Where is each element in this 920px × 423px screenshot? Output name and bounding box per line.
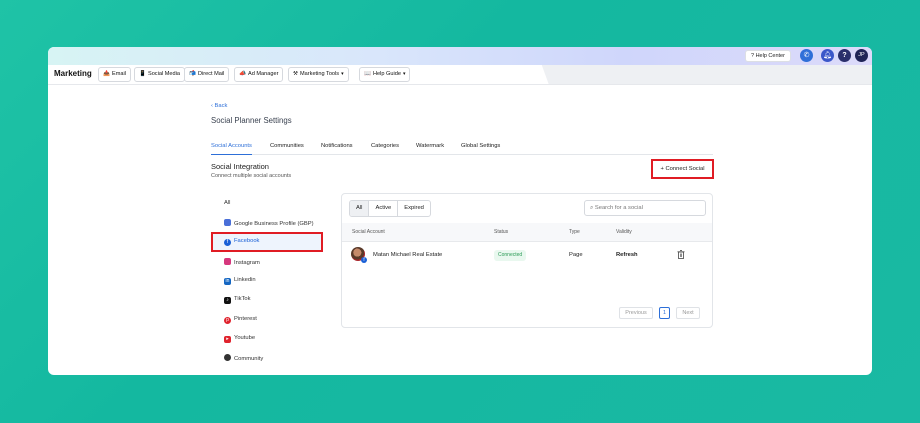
back-link[interactable]: ‹ Back <box>211 103 227 109</box>
page-number-button[interactable]: 1 <box>659 307 670 319</box>
social-media-menu-button[interactable]: 📱 Social Media <box>134 67 185 82</box>
community-icon <box>224 354 231 361</box>
help-center-button[interactable]: ? Help Center <box>745 50 791 62</box>
next-page-button[interactable]: Next <box>676 307 700 319</box>
status-filter-segment: All Active Expired <box>349 200 431 217</box>
social-filter-pinterest-label: Pinterest <box>234 316 257 322</box>
filter-active-button[interactable]: Active <box>369 201 399 216</box>
youtube-icon: ▸ <box>224 336 231 343</box>
tab-watermark[interactable]: Watermark <box>416 143 444 155</box>
tools-icon: ⚒ <box>293 71 299 77</box>
search-input[interactable]: ⌕ Search for a social <box>584 200 706 216</box>
table-row: f Matan Michael Real Estate Connected Pa… <box>342 242 712 270</box>
filter-expired-button[interactable]: Expired <box>398 201 430 216</box>
top-bar: ? Help Center ✆ 🔔︎ ? JP <box>48 47 872 65</box>
bell-icon[interactable]: 🔔︎ <box>821 49 834 62</box>
instagram-icon <box>224 258 231 265</box>
search-placeholder: Search for a social <box>594 205 643 211</box>
social-filter-community[interactable]: Community <box>224 354 263 364</box>
header-type: Type <box>569 229 580 235</box>
page-title: Social Planner Settings <box>211 116 292 125</box>
social-filter-tiktok-label: TikTok <box>234 296 251 302</box>
marketing-tools-menu-button[interactable]: ⚒ Marketing Tools ▾ <box>288 67 349 82</box>
previous-page-button[interactable]: Previous <box>619 307 653 319</box>
table-header: Social Account Status Type Validity <box>342 223 712 242</box>
filter-all-button[interactable]: All <box>350 201 370 216</box>
email-icon: 📤 <box>103 71 110 77</box>
status-badge: Connected <box>494 250 527 261</box>
ad-manager-menu-button[interactable]: 📣 Ad Manager <box>234 67 284 82</box>
ad-manager-menu-label: Ad Manager <box>247 71 279 77</box>
chevron-down-icon: ▾ <box>341 71 344 77</box>
tab-communities[interactable]: Communities <box>270 143 304 155</box>
social-filter-linkedin[interactable]: in Linkedin <box>224 277 256 287</box>
linkedin-icon: in <box>224 278 231 285</box>
account-name: Matan Michael Real Estate <box>373 252 443 258</box>
app-window: ? Help Center ✆ 🔔︎ ? JP Marketing 📤 Email… <box>48 47 872 375</box>
app-title: Marketing <box>54 69 92 78</box>
phone-app-icon: 📱 <box>139 71 146 77</box>
facebook-icon: f <box>224 239 231 246</box>
settings-tabs: Social Accounts Communities Notification… <box>211 143 713 155</box>
social-filter-tiktok[interactable]: ♪ TikTok <box>224 296 251 306</box>
social-filter-linkedin-label: Linkedin <box>234 277 256 283</box>
connect-social-label: Connect Social <box>665 166 705 172</box>
help-guide-menu-button[interactable]: 📖 Help Guide ▾ <box>359 67 411 82</box>
marketing-tools-menu-label: Marketing Tools <box>300 71 340 77</box>
social-filter-facebook-label: Facebook <box>234 238 260 244</box>
section-subtitle: Connect multiple social accounts <box>211 173 292 179</box>
header-validity: Validity <box>616 229 632 235</box>
mailbox-icon: 📬 <box>189 71 196 77</box>
facebook-badge-icon: f <box>361 257 367 263</box>
header-social-account: Social Account <box>352 229 385 235</box>
back-label: Back <box>214 103 228 109</box>
direct-mail-menu-button[interactable]: 📬 Direct Mail <box>184 67 230 82</box>
phone-icon[interactable]: ✆ <box>800 49 813 62</box>
trash-icon[interactable] <box>677 250 685 259</box>
accounts-panel: All Active Expired ⌕ Search for a social… <box>341 193 713 328</box>
user-avatar[interactable]: JP <box>855 49 868 62</box>
menu-bar-tail <box>541 65 872 84</box>
gbp-icon <box>224 219 231 226</box>
tab-categories[interactable]: Categories <box>371 143 399 155</box>
help-guide-menu-label: Help Guide <box>372 71 401 77</box>
tiktok-icon: ♪ <box>224 297 231 304</box>
social-filter-facebook[interactable]: f Facebook <box>224 238 259 248</box>
social-filter-youtube-label: Youtube <box>234 335 256 341</box>
social-filter-pinterest[interactable]: p Pinterest <box>224 316 257 326</box>
social-filter-youtube[interactable]: ▸ Youtube <box>224 335 255 345</box>
help-icon[interactable]: ? <box>838 49 851 62</box>
account-type: Page <box>569 252 583 258</box>
social-filter-gbp[interactable]: Google Business Profile (GBP) <box>224 219 314 229</box>
book-icon: 📖 <box>364 71 371 77</box>
direct-mail-menu-label: Direct Mail <box>197 71 225 77</box>
refresh-button[interactable]: Refresh <box>616 252 638 258</box>
social-filter-instagram[interactable]: Instagram <box>224 258 260 268</box>
connect-social-button[interactable]: + Connect Social <box>651 159 714 179</box>
chevron-down-icon: ▾ <box>402 71 406 77</box>
tab-notifications[interactable]: Notifications <box>321 143 353 155</box>
email-menu-label: Email <box>111 71 126 77</box>
social-filter-instagram-label: Instagram <box>234 260 260 266</box>
social-filter-gbp-label: Google Business Profile (GBP) <box>234 221 314 227</box>
header-status: Status <box>494 229 509 235</box>
pinterest-icon: p <box>224 317 231 324</box>
section-title: Social Integration <box>211 162 269 171</box>
tab-social-accounts[interactable]: Social Accounts <box>211 143 252 155</box>
social-filter-community-label: Community <box>234 356 264 362</box>
email-menu-button[interactable]: 📤 Email <box>98 67 131 82</box>
social-filter-all-label: All <box>224 200 231 206</box>
tab-global-settings[interactable]: Global Settings <box>461 143 500 155</box>
megaphone-icon: 📣 <box>239 71 246 77</box>
social-filter-all[interactable]: All <box>224 200 230 210</box>
social-media-menu-label: Social Media <box>147 71 180 77</box>
